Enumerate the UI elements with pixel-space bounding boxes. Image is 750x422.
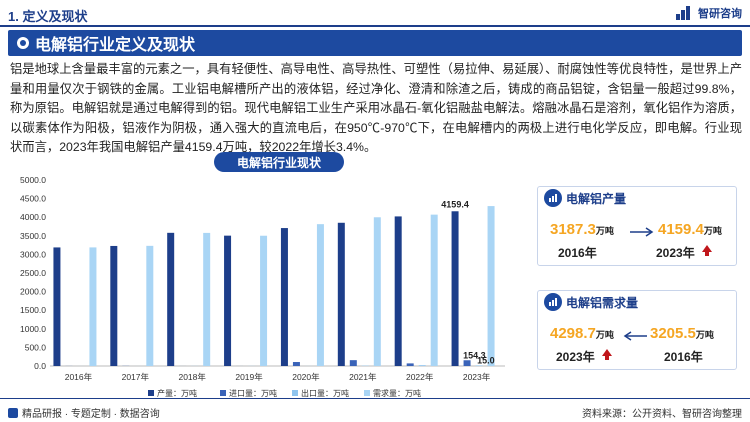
- bar-chart: 0.0 500.0 1000.0 1500.0 2000.0 2500.0 3000.0 35…: [20, 175, 505, 398]
- production-card-title: 电解铝产量: [566, 191, 627, 206]
- y-tick-label: 0.0: [34, 361, 46, 371]
- chart-title-pill: 电解铝行业现状: [214, 152, 344, 172]
- up-arrow-icon: [602, 349, 612, 360]
- bar-3-2: [203, 232, 211, 366]
- footer-divider: [0, 398, 750, 399]
- up-arrow-icon: [702, 245, 712, 256]
- bar-3-3: [260, 235, 268, 366]
- bar-0-0: [53, 247, 61, 366]
- logo-mark-icon: [676, 6, 694, 20]
- production-to-year: 2023年: [656, 246, 695, 260]
- x-tick-label: 2017年: [122, 372, 150, 382]
- production-from-unit: 万吨: [595, 226, 614, 236]
- demand-card-header: 电解铝需求量: [538, 291, 658, 313]
- data-label: 15.0: [477, 355, 495, 365]
- header-divider: [0, 25, 750, 27]
- production-card: 电解铝产量 3187.3万吨 2016年 4159.4万吨 2023年: [537, 186, 737, 266]
- bar-1-6: [406, 363, 414, 366]
- top-header: 1. 定义及现状 智研咨询: [0, 0, 750, 26]
- target-icon: [17, 37, 29, 49]
- arrow-left-icon: [623, 331, 647, 341]
- page-title: 电解铝行业定义及现状: [35, 37, 196, 54]
- y-tick-label: 2000.0: [20, 287, 46, 297]
- bar-0-1: [110, 245, 118, 366]
- demand-card: 电解铝需求量 4298.7万吨 2023年 3205.5万吨 2016年: [537, 290, 737, 370]
- data-label: 4159.4: [441, 199, 469, 209]
- bar-0-2: [167, 232, 175, 366]
- production-from-value: 3187.3万吨: [550, 221, 614, 238]
- bar-1-4: [292, 362, 300, 366]
- footer-tagline: 精品研报 · 专题定制 · 数据咨询: [8, 405, 160, 420]
- legend-swatch: [220, 390, 226, 396]
- bar-3-6: [430, 214, 438, 366]
- y-tick-label: 1000.0: [20, 324, 46, 334]
- bar-0-5: [337, 222, 345, 366]
- bar-2-7: [475, 365, 483, 366]
- bar-0-6: [394, 216, 402, 366]
- bar-3-5: [373, 217, 381, 366]
- bar-0-4: [280, 228, 288, 366]
- y-tick-label: 1500.0: [20, 305, 46, 315]
- bar-0-3: [224, 235, 232, 366]
- demand-left-value: 4298.7万吨: [550, 325, 614, 342]
- bar-0-7: [451, 211, 459, 366]
- legend-label: 需求量：万吨: [373, 388, 421, 398]
- section-heading: 1. 定义及现状: [8, 9, 88, 24]
- x-tick-label: 2016年: [65, 372, 93, 382]
- logo-text: 智研咨询: [698, 8, 742, 20]
- x-tick-label: 2021年: [349, 372, 377, 382]
- x-tick-label: 2019年: [235, 372, 263, 382]
- x-tick-label: 2018年: [178, 372, 206, 382]
- y-tick-label: 3000.0: [20, 249, 46, 259]
- production-card-header: 电解铝产量: [538, 187, 658, 209]
- chart-title: 电解铝行业现状: [236, 155, 321, 170]
- x-tick-label: 2023年: [463, 372, 491, 382]
- bar-1-5: [349, 360, 357, 366]
- production-to-value: 4159.4万吨: [658, 221, 722, 238]
- footer: 精品研报 · 专题定制 · 数据咨询 资料来源：公开资料、智研咨询整理: [0, 398, 750, 422]
- legend-swatch: [292, 390, 298, 396]
- y-tick-label: 4500.0: [20, 194, 46, 204]
- legend-label: 出口量：万吨: [301, 388, 349, 398]
- legend-swatch: [148, 390, 154, 396]
- bar-2-6: [418, 365, 426, 366]
- bar-3-7: [487, 206, 495, 366]
- legend-label: 进口量：万吨: [229, 388, 277, 398]
- y-tick-label: 2500.0: [20, 268, 46, 278]
- description-paragraph: 铝是地球上含量最丰富的元素之一，具有轻便性、高导电性、高导热性、可塑性（易拉伸、…: [10, 62, 742, 154]
- arrow-right-icon: [630, 227, 654, 237]
- title-banner: 电解铝行业定义及现状: [8, 30, 742, 56]
- y-tick-label: 3500.0: [20, 231, 46, 241]
- bar-3-1: [146, 245, 154, 366]
- production-to-unit: 万吨: [703, 226, 722, 236]
- demand-left-unit: 万吨: [595, 330, 614, 340]
- demand-right-value: 3205.5万吨: [650, 325, 714, 342]
- demand-card-title: 电解铝需求量: [566, 295, 639, 310]
- chart-icon: [544, 189, 562, 207]
- chart-icon: [544, 293, 562, 311]
- footer-tagline-text: 精品研报 · 专题定制 · 数据咨询: [22, 409, 160, 420]
- source-note: 资料来源：公开资料、智研咨询整理: [582, 409, 742, 420]
- brand-logo: 智研咨询: [676, 5, 742, 21]
- demand-right-year: 2016年: [664, 350, 703, 364]
- y-tick-label: 5000.0: [20, 175, 46, 185]
- demand-left-year: 2023年: [556, 350, 595, 364]
- demand-right-unit: 万吨: [695, 330, 714, 340]
- x-tick-label: 2020年: [292, 372, 320, 382]
- production-from-year: 2016年: [558, 246, 597, 260]
- legend-label: 产量：万吨: [157, 388, 197, 398]
- legend-swatch: [364, 390, 370, 396]
- bar-3-4: [316, 224, 324, 366]
- bar-3-0: [89, 247, 97, 366]
- bar-1-7: [463, 360, 471, 366]
- x-tick-label: 2022年: [406, 372, 434, 382]
- y-tick-label: 4000.0: [20, 212, 46, 222]
- brand-icon: [8, 407, 18, 418]
- y-tick-label: 500.0: [25, 342, 47, 352]
